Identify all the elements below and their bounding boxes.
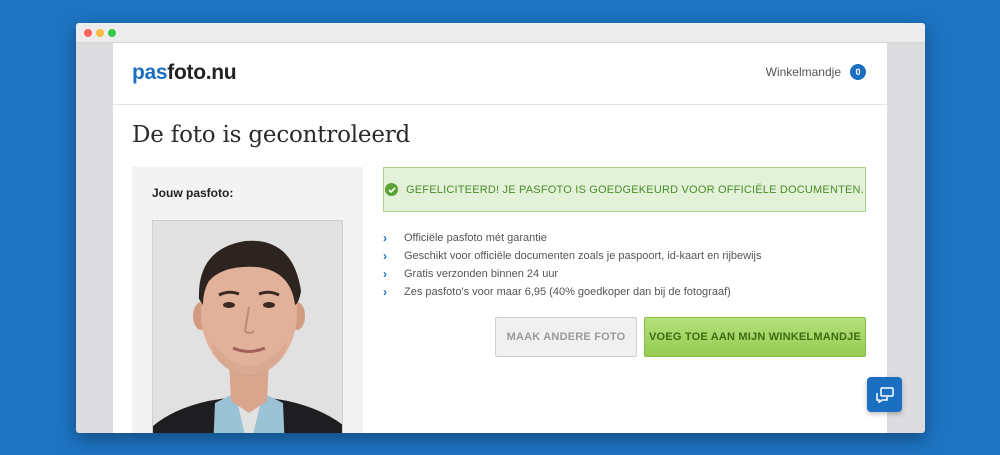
feature-list: › Officiële pasfoto mét garantie › Gesch…	[383, 229, 761, 301]
page-title: De foto is gecontroleerd	[132, 122, 411, 148]
portrait-image	[153, 221, 342, 433]
minimize-window-button[interactable]	[96, 29, 104, 37]
cart-label: Winkelmandje	[765, 65, 841, 79]
chevron-right-icon: ›	[383, 231, 387, 245]
feature-text: Gratis verzonden binnen 24 uur	[404, 268, 559, 280]
feature-text: Geschikt voor officiële documenten zoals…	[404, 250, 762, 262]
feature-item: › Geschikt voor officiële documenten zoa…	[383, 247, 761, 265]
browser-window: pasfoto.nu Winkelmandje 0 De foto is gec…	[76, 23, 925, 433]
chat-bubbles-icon	[875, 386, 894, 403]
maximize-window-button[interactable]	[108, 29, 116, 37]
feature-item: › Officiële pasfoto mét garantie	[383, 229, 761, 247]
logo-part-foto: foto.nu	[167, 61, 237, 84]
add-to-cart-button[interactable]: VOEG TOE AAN MIJN WINKELMANDJE	[644, 317, 866, 357]
close-window-button[interactable]	[84, 29, 92, 37]
feature-item: › Zes pasfoto's voor maar 6,95 (40% goed…	[383, 283, 761, 301]
logo-part-pas: pas	[132, 61, 168, 84]
approval-message: GEFELICITEERD! JE PASFOTO IS GOEDGEKEURD…	[406, 183, 864, 196]
photo-panel: Jouw pasfoto:	[132, 167, 363, 433]
check-circle-icon	[385, 183, 399, 196]
feature-text: Officiële pasfoto mét garantie	[404, 232, 547, 244]
cart-count-badge: 0	[850, 64, 866, 80]
approval-banner: GEFELICITEERD! JE PASFOTO IS GOEDGEKEURD…	[383, 167, 866, 212]
page-content: pasfoto.nu Winkelmandje 0 De foto is gec…	[113, 43, 887, 433]
chevron-right-icon: ›	[383, 285, 387, 299]
window-titlebar	[76, 23, 925, 43]
photo-label: Jouw pasfoto:	[152, 186, 234, 200]
retake-photo-button[interactable]: MAAK ANDERE FOTO	[495, 317, 637, 357]
chevron-right-icon: ›	[383, 249, 387, 263]
feature-text: Zes pasfoto's voor maar 6,95 (40% goedko…	[404, 286, 731, 298]
chat-button[interactable]	[867, 377, 902, 412]
feature-item: › Gratis verzonden binnen 24 uur	[383, 265, 761, 283]
chevron-right-icon: ›	[383, 267, 387, 281]
passport-photo	[152, 220, 343, 433]
site-logo[interactable]: pasfoto.nu	[132, 61, 237, 85]
cart-link[interactable]: Winkelmandje 0	[766, 64, 866, 80]
site-header: pasfoto.nu Winkelmandje 0	[113, 43, 887, 105]
